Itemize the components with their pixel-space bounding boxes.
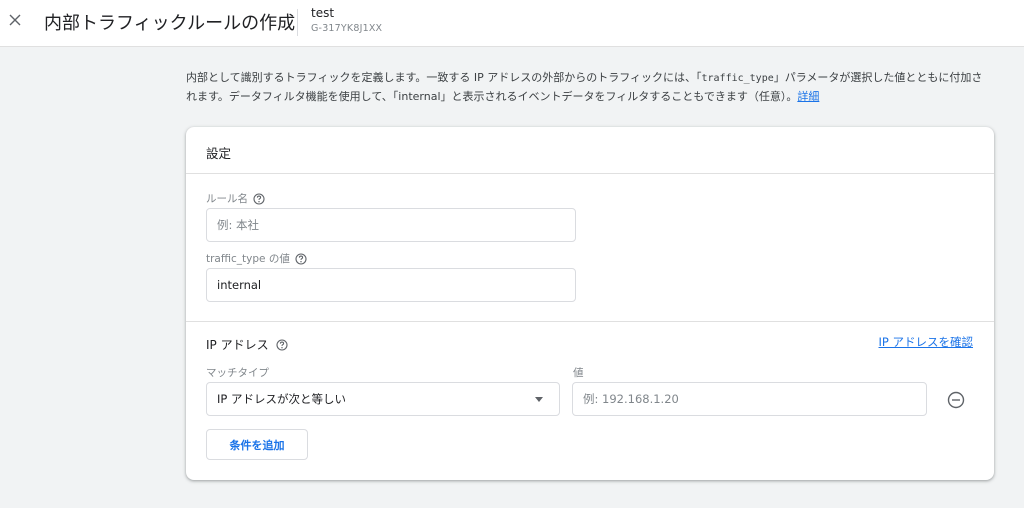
rule-name-label: ルール名: [206, 191, 265, 206]
remove-condition-icon[interactable]: [946, 390, 966, 410]
help-icon[interactable]: [276, 338, 288, 351]
settings-card: 設定 ルール名 traffic_type の値 IP アドレス IP アドレスを…: [186, 127, 994, 480]
dropdown-arrow-icon: [535, 396, 543, 402]
match-type-select[interactable]: IP アドレスが次と等しい: [206, 382, 560, 416]
property-id: G-317YK8J1XX: [311, 23, 383, 34]
help-icon[interactable]: [295, 252, 307, 265]
page-title: 内部トラフィックルールの作成: [44, 13, 296, 34]
description-text-1: 内部として識別するトラフィックを定義します。一致する IP アドレスの外部からの…: [186, 71, 702, 84]
traffic-type-input[interactable]: [206, 268, 576, 302]
traffic-type-label: traffic_type の値: [206, 251, 307, 266]
close-button[interactable]: [4, 9, 26, 31]
rule-name-input[interactable]: [206, 208, 576, 242]
ip-section-title: IP アドレス: [206, 336, 288, 353]
match-type-label: マッチタイプ: [206, 367, 269, 379]
match-type-value: IP アドレスが次と等しい: [217, 392, 346, 406]
add-condition-button[interactable]: 条件を追加: [206, 429, 308, 460]
learn-more-link[interactable]: 詳細: [797, 90, 819, 103]
section-divider: [186, 321, 994, 322]
description: 内部として識別するトラフィックを定義します。一致する IP アドレスの外部からの…: [186, 69, 986, 106]
card-title: 設定: [206, 146, 232, 161]
help-icon[interactable]: [253, 192, 265, 205]
header-divider: [297, 9, 298, 36]
card-divider: [186, 173, 994, 174]
close-icon: [9, 14, 21, 26]
verify-ip-link[interactable]: IP アドレスを確認: [879, 334, 973, 350]
traffic-type-label-text: traffic_type の値: [206, 253, 290, 265]
rule-name-label-text: ルール名: [206, 193, 248, 205]
ip-value-label: 値: [573, 367, 584, 379]
property-name: test: [311, 6, 335, 20]
page-header: 内部トラフィックルールの作成 test G-317YK8J1XX: [0, 0, 1024, 47]
ip-value-input[interactable]: [572, 382, 927, 416]
ip-section-title-text: IP アドレス: [206, 338, 269, 352]
description-param: traffic_type: [701, 73, 774, 84]
